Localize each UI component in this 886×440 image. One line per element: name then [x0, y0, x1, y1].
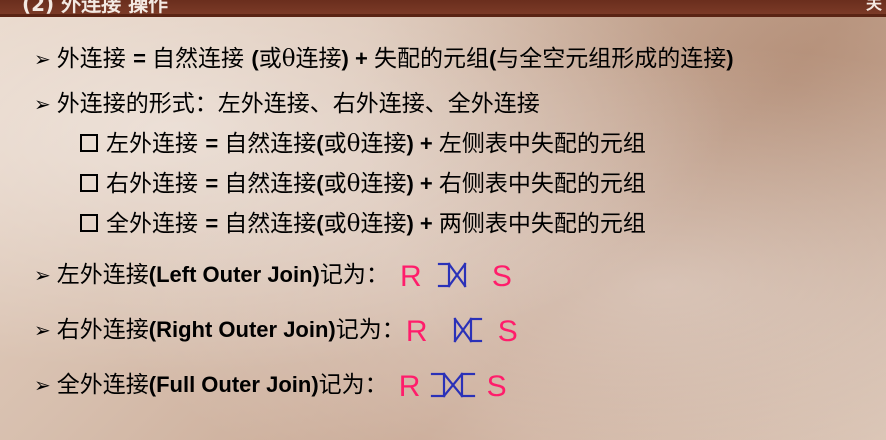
text-part: = [205, 171, 225, 196]
slide-header-bar: (2) 外连接 操作 关 [0, 0, 886, 17]
text-part: ) + [341, 46, 374, 71]
text-part: ) + [406, 131, 439, 156]
notation-suffix: 记为： [318, 372, 388, 398]
notation-label-cn: 右外连接 [56, 317, 149, 343]
text-part: 失配的元组 [373, 46, 489, 72]
notation-label-en: (Left Outer Join) [148, 262, 320, 287]
join-expression: R S [406, 315, 518, 349]
text-part: 右外连接 [106, 171, 206, 197]
text-part: ( [251, 46, 259, 71]
text-part: = [205, 131, 225, 156]
arrow-bullet-icon: ➢ [34, 263, 51, 287]
text-part: ( [316, 211, 324, 236]
full-outer-join-icon [430, 371, 478, 403]
text-part: ( [316, 131, 324, 156]
header-right-fragment: 关 [865, 0, 882, 13]
text-part: 全外连接 [106, 211, 206, 237]
arrow-bullet-icon: ➢ [34, 318, 51, 342]
notation-suffix: 记为： [335, 317, 405, 343]
text-part: 自然连接 [224, 171, 317, 197]
notation-label-en: (Right Outer Join) [148, 317, 336, 342]
text-part: = [133, 46, 153, 71]
notation-suffix: 记为： [319, 262, 389, 288]
right-outer-join-icon [443, 316, 483, 348]
notation-right-outer-join: ➢ 右外连接(Right Outer Join)记为： R S [34, 310, 518, 349]
bullet-outer-join-definition: ➢ 外连接 = 自然连接 (或θ连接) + 失配的元组(与全空元组形成的连接) [34, 39, 734, 73]
notation-label-cn: 全外连接 [56, 372, 149, 398]
subbullet-right-outer-join: 右外连接 = 自然连接(或θ连接) + 右侧表中失配的元组 [80, 164, 646, 198]
slide-title: (2) 外连接 操作 [22, 0, 169, 16]
notation-left-outer-join: ➢ 左外连接(Left Outer Join)记为： R S [34, 255, 512, 294]
text-part: ) + [406, 211, 439, 236]
text-part: = [205, 211, 225, 236]
text-part: 自然连接 [152, 46, 252, 72]
left-outer-join-icon [437, 261, 477, 293]
relation-r: R [405, 315, 428, 348]
text-part: 左侧表中失配的元组 [438, 131, 646, 157]
notation-full-outer-join: ➢ 全外连接(Full Outer Join)记为： R S [34, 365, 507, 404]
join-expression: R S [400, 260, 512, 294]
text-part: 或θ连接 [258, 46, 342, 72]
arrow-bullet-icon: ➢ [34, 373, 51, 397]
bullet-outer-join-forms: ➢ 外连接的形式：左外连接、右外连接、全外连接 [34, 84, 540, 118]
text-part: 右侧表中失配的元组 [438, 171, 646, 197]
notation-label-en: (Full Outer Join) [148, 372, 319, 397]
text-part: 两侧表中失配的元组 [438, 211, 646, 237]
relation-s: S [497, 315, 518, 348]
relation-r: R [398, 370, 421, 403]
relation-s: S [486, 370, 507, 403]
arrow-bullet-icon: ➢ [34, 47, 51, 71]
text-part: ( [316, 171, 324, 196]
text-part: 外连接 [56, 46, 134, 72]
text-part: 或θ连接 [323, 211, 407, 237]
join-expression: R S [399, 370, 507, 404]
subbullet-full-outer-join: 全外连接 = 自然连接(或θ连接) + 两侧表中失配的元组 [80, 204, 646, 238]
square-bullet-icon [80, 174, 98, 192]
arrow-bullet-icon: ➢ [34, 92, 51, 116]
square-bullet-icon [80, 214, 98, 232]
text-part: 自然连接 [224, 211, 317, 237]
text-part: ) [726, 46, 734, 71]
subbullet-left-outer-join: 左外连接 = 自然连接(或θ连接) + 左侧表中失配的元组 [80, 124, 646, 158]
text-part: 与全空元组形成的连接 [496, 46, 727, 72]
square-bullet-icon [80, 134, 98, 152]
relation-s: S [491, 260, 512, 293]
text-part: ) + [406, 171, 439, 196]
text-part: 外连接的形式：左外连接、右外连接、全外连接 [56, 91, 540, 117]
text-part: 左外连接 [106, 131, 206, 157]
text-part: 或θ连接 [323, 171, 407, 197]
text-part: 或θ连接 [323, 131, 407, 157]
text-part: 自然连接 [224, 131, 317, 157]
notation-label-cn: 左外连接 [56, 262, 149, 288]
relation-r: R [399, 260, 422, 293]
